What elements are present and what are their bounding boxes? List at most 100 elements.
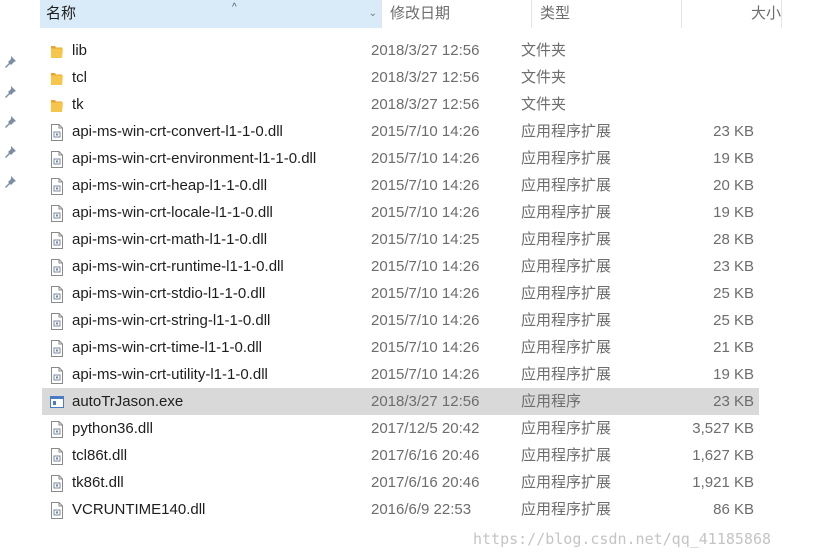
pin-icon[interactable] (3, 175, 17, 189)
dll-file-icon (50, 447, 64, 465)
navigation-pane-edge (0, 0, 20, 559)
file-row[interactable]: tcl 2018/3/27 12:56 文件夹 (42, 64, 759, 91)
dll-file-icon (50, 258, 64, 276)
file-size: 28 KB (713, 231, 754, 248)
file-row[interactable]: api-ms-win-crt-convert-l1-1-0.dll 2015/7/… (42, 118, 759, 145)
file-row[interactable]: tk86t.dll 2017/6/16 20:46 应用程序扩展 1,921 KB (42, 469, 759, 496)
watermark-text: https://blog.csdn.net/qq_41185868 (473, 530, 772, 548)
pin-icon[interactable] (3, 85, 17, 99)
file-type: 应用程序扩展 (521, 285, 612, 302)
file-row[interactable]: api-ms-win-crt-time-l1-1-0.dll 2015/7/10 … (42, 334, 759, 361)
file-modified-date: 2018/3/27 12:56 (371, 393, 480, 410)
file-modified-date: 2015/7/10 14:26 (371, 366, 480, 383)
file-row[interactable]: autoTrJason.exe 2018/3/27 12:56 应用程序 23 KB (42, 388, 759, 415)
file-row[interactable]: api-ms-win-crt-environment-l1-1-0.dll 201… (42, 145, 759, 172)
column-header-name-label: 名称 (46, 5, 77, 22)
file-size: 21 KB (713, 339, 754, 356)
file-name: VCRUNTIME140.dll (72, 501, 206, 518)
folder-icon (50, 69, 64, 86)
file-modified-date: 2017/12/5 20:42 (371, 420, 480, 437)
column-header-date-label: 修改日期 (390, 5, 451, 22)
chevron-down-icon[interactable]: ⌄ (369, 0, 377, 28)
file-size: 19 KB (713, 204, 754, 221)
dll-file-icon (50, 312, 64, 330)
file-name: api-ms-win-crt-string-l1-1-0.dll (72, 312, 271, 329)
exe-file-icon (50, 393, 64, 410)
file-modified-date: 2017/6/16 20:46 (371, 447, 480, 464)
file-modified-date: 2015/7/10 14:25 (371, 231, 480, 248)
dll-file-icon (50, 150, 64, 168)
file-type: 应用程序扩展 (521, 150, 612, 167)
file-modified-date: 2015/7/10 14:26 (371, 177, 480, 194)
file-name: tk86t.dll (72, 474, 124, 491)
file-modified-date: 2018/3/27 12:56 (371, 96, 480, 113)
file-size: 23 KB (713, 123, 754, 140)
file-row[interactable]: api-ms-win-crt-stdio-l1-1-0.dll 2015/7/10… (42, 280, 759, 307)
column-header-name[interactable]: 名称 ^ ⌄ (40, 0, 382, 28)
file-modified-date: 2018/3/27 12:56 (371, 69, 480, 86)
column-header-type[interactable]: 类型 (534, 0, 682, 28)
file-type: 应用程序 (521, 393, 582, 410)
file-size: 23 KB (713, 258, 754, 275)
file-name: autoTrJason.exe (72, 393, 184, 410)
pin-icon[interactable] (3, 55, 17, 69)
column-header-bar: 名称 ^ ⌄ 修改日期 类型 大小 (20, 0, 814, 30)
file-row[interactable]: api-ms-win-crt-locale-l1-1-0.dll 2015/7/1… (42, 199, 759, 226)
file-type: 应用程序扩展 (521, 123, 612, 140)
file-modified-date: 2015/7/10 14:26 (371, 150, 480, 167)
folder-icon (50, 42, 64, 59)
file-size: 20 KB (713, 177, 754, 194)
file-size: 25 KB (713, 312, 754, 329)
file-type: 应用程序扩展 (521, 501, 612, 518)
file-row[interactable]: api-ms-win-crt-heap-l1-1-0.dll 2015/7/10 … (42, 172, 759, 199)
file-row[interactable]: python36.dll 2017/12/5 20:42 应用程序扩展 3,527 K… (42, 415, 759, 442)
file-type: 文件夹 (521, 69, 567, 86)
file-modified-date: 2018/3/27 12:56 (371, 42, 480, 59)
file-modified-date: 2015/7/10 14:26 (371, 285, 480, 302)
file-size: 19 KB (713, 366, 754, 383)
dll-file-icon (50, 285, 64, 303)
file-name: api-ms-win-crt-locale-l1-1-0.dll (72, 204, 273, 221)
file-row[interactable]: api-ms-win-crt-runtime-l1-1-0.dll 2015/7/… (42, 253, 759, 280)
file-type: 文件夹 (521, 42, 567, 59)
file-type: 应用程序扩展 (521, 258, 612, 275)
file-row[interactable]: tcl86t.dll 2017/6/16 20:46 应用程序扩展 1,627 KB (42, 442, 759, 469)
file-size: 1,627 KB (692, 447, 754, 464)
dll-file-icon (50, 420, 64, 438)
file-name: api-ms-win-crt-math-l1-1-0.dll (72, 231, 268, 248)
file-modified-date: 2015/7/10 14:26 (371, 339, 480, 356)
file-list: lib 2018/3/27 12:56 文件夹 tcl 2018/3/27 12:56 文… (42, 37, 762, 523)
file-size: 19 KB (713, 150, 754, 167)
file-type: 应用程序扩展 (521, 177, 612, 194)
file-row[interactable]: api-ms-win-crt-utility-l1-1-0.dll 2015/7/… (42, 361, 759, 388)
file-name: api-ms-win-crt-time-l1-1-0.dll (72, 339, 263, 356)
folder-icon (50, 96, 64, 113)
dll-file-icon (50, 339, 64, 357)
column-header-date[interactable]: 修改日期 (384, 0, 532, 28)
file-modified-date: 2015/7/10 14:26 (371, 204, 480, 221)
pin-icon[interactable] (3, 115, 17, 129)
file-modified-date: 2015/7/10 14:26 (371, 258, 480, 275)
file-row[interactable]: api-ms-win-crt-string-l1-1-0.dll 2015/7/1… (42, 307, 759, 334)
column-header-size[interactable]: 大小 (684, 0, 782, 28)
file-name: tk (72, 96, 84, 113)
file-type: 文件夹 (521, 96, 567, 113)
column-header-size-label: 大小 (750, 5, 781, 22)
file-row[interactable]: tk 2018/3/27 12:56 文件夹 (42, 91, 759, 118)
file-type: 应用程序扩展 (521, 474, 612, 491)
file-type: 应用程序扩展 (521, 420, 612, 437)
file-type: 应用程序扩展 (521, 204, 612, 221)
file-name: api-ms-win-crt-heap-l1-1-0.dll (72, 177, 268, 194)
file-size: 25 KB (713, 285, 754, 302)
pin-icon[interactable] (3, 145, 17, 159)
file-modified-date: 2017/6/16 20:46 (371, 474, 480, 491)
file-row[interactable]: api-ms-win-crt-math-l1-1-0.dll 2015/7/10 … (42, 226, 759, 253)
file-name: api-ms-win-crt-runtime-l1-1-0.dll (72, 258, 284, 275)
file-row[interactable]: VCRUNTIME140.dll 2016/6/9 22:53 应用程序扩展 86 K… (42, 496, 759, 523)
file-name: python36.dll (72, 420, 153, 437)
file-type: 应用程序扩展 (521, 447, 612, 464)
file-row[interactable]: lib 2018/3/27 12:56 文件夹 (42, 37, 759, 64)
dll-file-icon (50, 231, 64, 249)
dll-file-icon (50, 204, 64, 222)
file-type: 应用程序扩展 (521, 339, 612, 356)
